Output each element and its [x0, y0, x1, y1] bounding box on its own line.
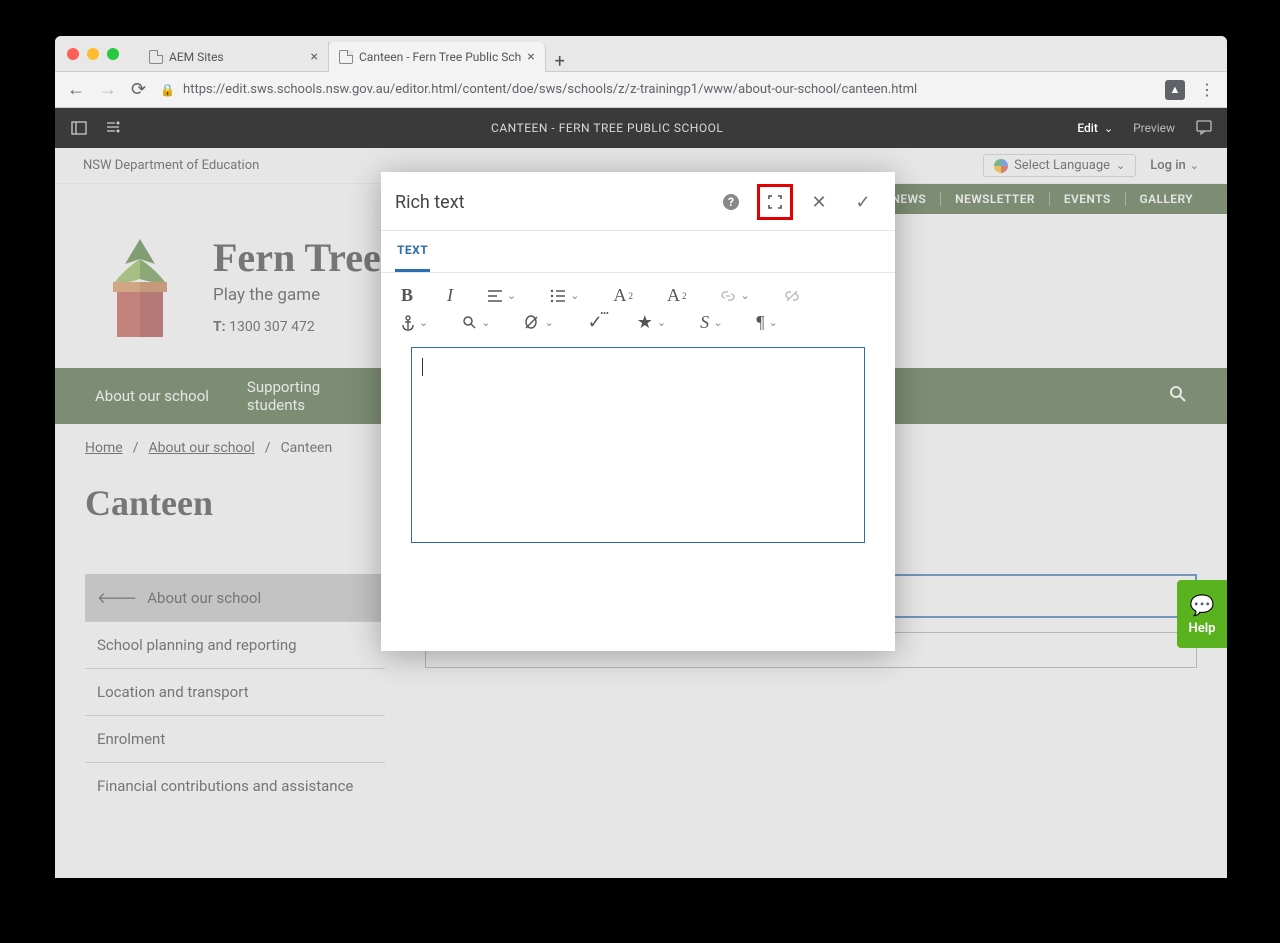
nav-about-our-school[interactable]: About our school	[95, 387, 209, 405]
page-icon	[339, 50, 353, 64]
tab-text[interactable]: TEXT	[395, 231, 430, 272]
window-controls	[67, 48, 119, 60]
side-menu-item[interactable]: Financial contributions and assistance	[85, 763, 385, 809]
rte-text-area[interactable]	[411, 347, 865, 543]
page-icon	[149, 50, 163, 64]
url-field[interactable]: 🔒 https://edit.sws.schools.nsw.gov.au/ed…	[160, 82, 1151, 97]
side-menu-back[interactable]: 🡐 About our school	[85, 574, 385, 622]
subscript-icon[interactable]: A2	[613, 285, 633, 306]
dialog-title: Rich text	[395, 192, 465, 213]
cancel-icon[interactable]: ✕	[801, 184, 837, 220]
paraformat-icon[interactable]: ¶	[756, 312, 777, 333]
minimize-window-icon[interactable]	[87, 48, 99, 60]
school-logo	[95, 234, 185, 344]
anchor-icon[interactable]	[401, 315, 428, 331]
check-text-icon[interactable]: ✓•••	[588, 312, 603, 333]
fullscreen-icon[interactable]	[757, 184, 793, 220]
dialog-tabs: TEXT	[381, 231, 895, 273]
close-window-icon[interactable]	[67, 48, 79, 60]
editor-page-title: CANTEEN - FERN TREE PUBLIC SCHOOL	[137, 121, 1077, 135]
done-icon[interactable]: ✓	[845, 184, 881, 220]
close-icon[interactable]: ×	[527, 49, 534, 65]
special-chars-icon[interactable]: ★	[637, 312, 666, 333]
school-name: Fern Tree	[213, 234, 381, 281]
browser-tab-strip: AEM Sites × Canteen - Fern Tree Public S…	[55, 36, 1227, 72]
superscript-icon[interactable]: A2	[667, 285, 687, 306]
address-bar: ← → ⟳ 🔒 https://edit.sws.schools.nsw.gov…	[55, 72, 1227, 108]
search-icon[interactable]	[1169, 385, 1187, 408]
find-replace-icon[interactable]	[462, 315, 490, 330]
list-icon[interactable]	[550, 289, 579, 303]
side-panel-icon[interactable]	[69, 118, 89, 138]
source-edit-icon[interactable]: S	[700, 312, 722, 333]
new-tab-button[interactable]: +	[546, 51, 574, 72]
back-icon[interactable]: ←	[67, 79, 85, 100]
side-menu-item[interactable]: Location and transport	[85, 669, 385, 716]
page-info-icon[interactable]	[103, 118, 123, 138]
help-button[interactable]: 💬 Help	[1177, 580, 1227, 648]
side-menu-item[interactable]: School planning and reporting	[85, 622, 385, 669]
school-phone: T: 1300 307 472	[213, 319, 381, 335]
lock-icon: 🔒	[160, 83, 175, 97]
forward-icon[interactable]: →	[99, 79, 117, 100]
maximize-window-icon[interactable]	[107, 48, 119, 60]
tab-aem-sites[interactable]: AEM Sites ×	[139, 42, 329, 72]
spellcheck-icon[interactable]	[524, 315, 553, 330]
close-icon[interactable]: ×	[311, 49, 318, 65]
nav-newsletter[interactable]: NEWSLETTER	[940, 192, 1049, 206]
side-menu-item[interactable]: Enrolment	[85, 716, 385, 763]
tab-label: Canteen - Fern Tree Public Sch	[359, 50, 521, 64]
google-translate-icon	[994, 159, 1008, 173]
department-label: NSW Department of Education	[83, 158, 259, 173]
rte-toolbar: B I A2 A2 ✓••• ★ S ¶	[381, 273, 895, 339]
edit-mode-dropdown[interactable]: Edit⌄	[1077, 121, 1113, 135]
dialog-header: Rich text ? ✕ ✓	[381, 172, 895, 231]
tab-canteen[interactable]: Canteen - Fern Tree Public Sch ×	[329, 42, 546, 72]
url-text: https://edit.sws.schools.nsw.gov.au/edit…	[183, 82, 917, 97]
side-menu: 🡐 About our school School planning and r…	[85, 574, 385, 809]
nav-gallery[interactable]: GALLERY	[1125, 192, 1207, 206]
bold-icon[interactable]: B	[401, 285, 413, 306]
reload-icon[interactable]: ⟳	[131, 79, 146, 100]
unlink-icon[interactable]	[784, 289, 800, 303]
svg-text:?: ?	[728, 195, 734, 209]
tabs: AEM Sites × Canteen - Fern Tree Public S…	[139, 36, 574, 72]
browser-window: AEM Sites × Canteen - Fern Tree Public S…	[55, 36, 1227, 878]
align-icon[interactable]	[487, 289, 516, 303]
crumb-home[interactable]: Home	[85, 440, 123, 456]
hyperlink-icon[interactable]	[720, 289, 749, 303]
tab-label: AEM Sites	[169, 50, 224, 64]
login-link[interactable]: Log in⌄	[1150, 158, 1199, 173]
arrow-left-icon: 🡐	[97, 588, 137, 607]
italic-icon[interactable]: I	[447, 285, 453, 306]
aem-editor-bar: CANTEEN - FERN TREE PUBLIC SCHOOL Edit⌄ …	[55, 108, 1227, 148]
crumb-about[interactable]: About our school	[148, 440, 254, 456]
chat-icon: 💬	[1190, 593, 1215, 617]
rich-text-dialog: Rich text ? ✕ ✓ TEXT B I A2 A2	[381, 172, 895, 651]
annotations-icon[interactable]	[1195, 118, 1213, 139]
profile-icon[interactable]: ▲	[1165, 80, 1185, 100]
school-tagline: Play the game	[213, 285, 381, 305]
preview-button[interactable]: Preview	[1133, 121, 1175, 135]
browser-menu-icon[interactable]: ⋮	[1199, 80, 1215, 99]
language-selector[interactable]: Select Language ⌄	[983, 154, 1136, 177]
nav-events[interactable]: EVENTS	[1049, 192, 1125, 206]
nav-supporting-students[interactable]: Supporting students	[247, 378, 347, 414]
help-icon[interactable]: ?	[713, 184, 749, 220]
crumb-current: Canteen	[281, 440, 333, 456]
